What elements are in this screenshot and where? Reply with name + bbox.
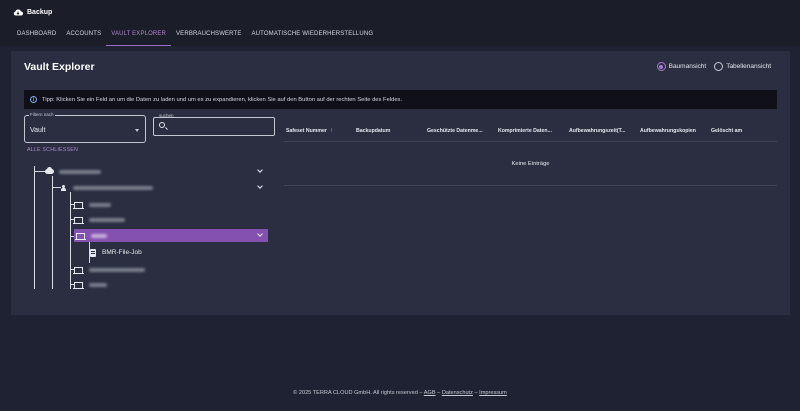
chevron-down-icon[interactable] <box>257 183 263 189</box>
filter-value: Vault <box>30 127 46 134</box>
filter-select[interactable]: Filtern nach Vault <box>24 112 146 143</box>
backup-job-icon <box>90 248 96 257</box>
column-header-geloescht-am[interactable]: Gelöscht am <box>709 128 769 134</box>
imprint-link[interactable]: Impressum <box>479 390 507 396</box>
table-view-option[interactable]: Tabellenansicht <box>714 62 771 71</box>
column-header-komprimierte-daten[interactable]: Komprimierte Daten... <box>496 128 567 134</box>
tip-text: Tipp: Klicken Sie ein Feld an um die Dat… <box>42 96 403 103</box>
cloud-icon <box>13 8 23 15</box>
column-header-backupdatum[interactable]: Backupdatum <box>354 128 425 134</box>
tab-verbrauchswerte[interactable]: VERBRAUCHSWERTE <box>171 27 246 46</box>
tree-connector-line <box>34 171 45 172</box>
column-header-aufbewahrungszeit[interactable]: Aufbewahrungszeit(T... <box>567 128 638 134</box>
user-icon <box>61 184 66 191</box>
tree-connector-line <box>70 192 71 289</box>
tree-node-computer[interactable] <box>73 213 268 226</box>
table-header: Safeset Nummer ↑ Backupdatum Geschützte D… <box>284 121 777 142</box>
footer: © 2025 TERRA CLOUD GmbH. All rights rese… <box>0 390 800 396</box>
search-input[interactable] <box>153 117 275 136</box>
vault-explorer-card: Vault Explorer Baumansicht Tabellenansic… <box>11 51 790 315</box>
column-header-aufbewahrungskopien[interactable]: Aufbewahrungskopien <box>638 128 709 134</box>
tab-dashboard[interactable]: DASHBOARD <box>13 27 61 46</box>
laptop-icon <box>73 281 84 289</box>
main-nav: DASHBOARD ACCOUNTS VAULT EXPLORER VERBRA… <box>13 27 378 46</box>
agb-link[interactable]: AGB <box>424 390 436 396</box>
privacy-link[interactable]: Datenschutz <box>442 390 473 396</box>
laptop-icon <box>73 216 84 224</box>
laptop-icon <box>75 232 86 240</box>
page-title: Vault Explorer <box>24 61 95 73</box>
column-header-geschuetzte-daten[interactable]: Geschützte Datenme... <box>425 128 496 134</box>
chevron-down-icon[interactable] <box>257 167 263 173</box>
radio-checked-icon[interactable] <box>656 62 666 71</box>
tree-connector-line <box>52 187 61 188</box>
tree-node-vault[interactable] <box>45 165 268 178</box>
redacted-label <box>89 202 111 207</box>
job-label: BMR-File-Job <box>102 249 142 256</box>
tree-node-computer[interactable] <box>73 198 268 211</box>
search-icon <box>159 122 165 128</box>
table-view-label: Tabellenansicht <box>726 63 771 70</box>
tree-node-computer[interactable] <box>73 278 268 291</box>
radio-unchecked-icon[interactable] <box>714 62 724 71</box>
tree-node-account[interactable] <box>61 181 268 194</box>
info-icon: i <box>30 96 37 103</box>
laptop-icon <box>73 266 84 274</box>
footer-copyright: © 2025 TERRA CLOUD GmbH. All rights rese… <box>293 390 423 396</box>
table-empty-state: Keine Einträge <box>284 143 777 186</box>
footer-separator: – <box>474 390 478 396</box>
column-header-safeset[interactable]: Safeset Nummer ↑ <box>284 128 354 134</box>
redacted-label <box>59 169 101 174</box>
redacted-label <box>89 282 107 287</box>
redacted-label <box>91 233 107 238</box>
tree-connector-line <box>52 176 53 289</box>
tree-node-job[interactable]: BMR-File-Job <box>90 246 268 259</box>
tab-vault-explorer[interactable]: VAULT EXPLORER <box>106 27 172 46</box>
redacted-label <box>73 185 153 190</box>
footer-separator: – <box>437 390 441 396</box>
filter-label: Filtern nach <box>29 112 55 117</box>
tree-connector-line <box>34 166 35 289</box>
app-brand[interactable]: Backup <box>13 6 52 18</box>
app-title: Backup <box>27 8 53 16</box>
chevron-down-icon[interactable] <box>257 231 263 237</box>
tab-accounts[interactable]: ACCOUNTS <box>61 27 106 46</box>
tree-node-computer-selected[interactable] <box>74 229 268 242</box>
column-label: Safeset Nummer <box>286 128 327 134</box>
tree-node-computer[interactable] <box>73 263 268 276</box>
tab-automatische-wiederherstellung[interactable]: AUTOMATISCHE WIEDERHERSTELLUNG <box>247 27 379 46</box>
tree-view-label: Baumansicht <box>668 63 707 70</box>
top-app-bar: Backup DASHBOARD ACCOUNTS VAULT EXPLORER… <box>0 0 800 46</box>
sort-arrow-up-icon[interactable]: ↑ <box>330 128 333 134</box>
laptop-icon <box>73 201 84 209</box>
cloud-icon <box>45 167 54 174</box>
dropdown-caret-icon <box>135 129 139 132</box>
tree-view-option[interactable]: Baumansicht <box>656 62 707 71</box>
redacted-label <box>89 217 125 222</box>
collapse-all-button[interactable]: ALLE SCHLIESSEN <box>27 147 78 153</box>
tip-banner: i Tipp: Klicken Sie ein Feld an um die D… <box>24 90 777 109</box>
redacted-label <box>89 267 145 272</box>
view-toggle: Baumansicht Tabellenansicht <box>656 62 771 71</box>
